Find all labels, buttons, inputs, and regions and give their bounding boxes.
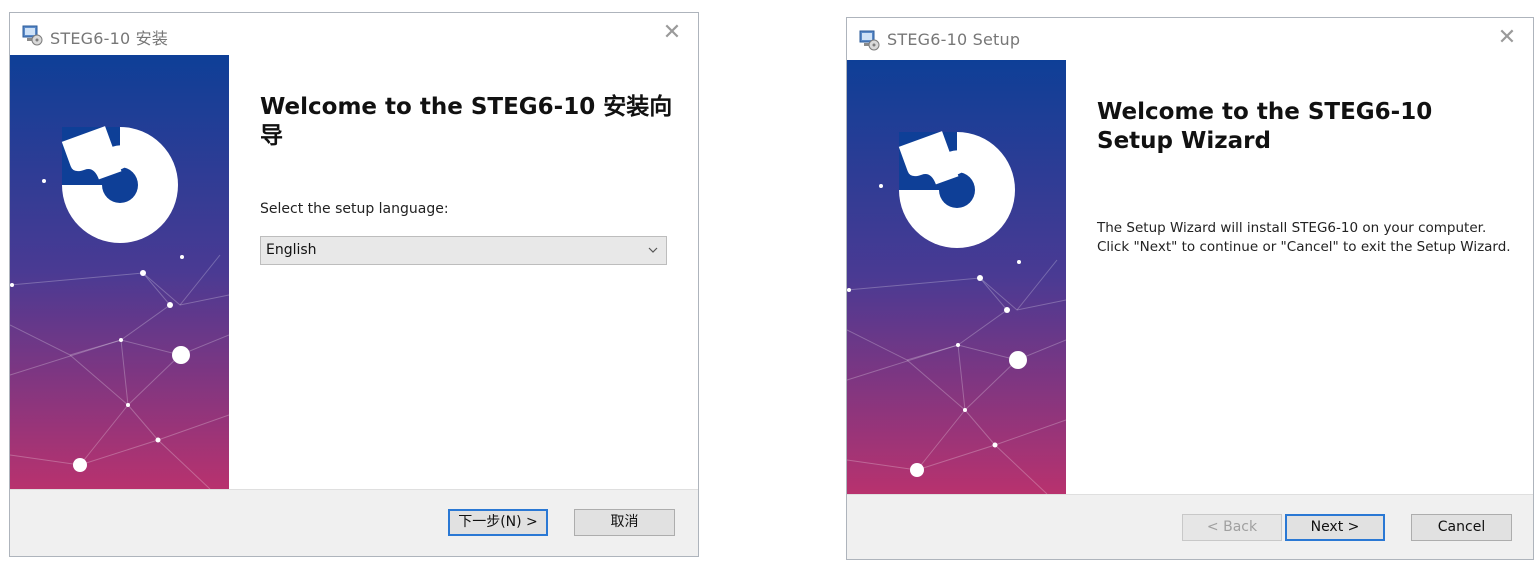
wizard-description: The Setup Wizard will install STEG6-10 o… [1097,219,1527,257]
description-line: The Setup Wizard will install STEG6-10 o… [1097,220,1487,236]
chevron-down-icon [648,247,658,253]
installer-window-cn: STEG6-10 安装 ✕ Welcome to the STEG6-10 安装… [9,12,699,557]
cancel-button[interactable]: 取消 [574,509,675,536]
page-title: Welcome to the STEG6-10 安装向导 [260,94,673,149]
close-icon[interactable]: ✕ [1495,26,1519,50]
button-bar: < Back Next > Cancel [847,494,1533,559]
banner-art [10,55,229,489]
title-bar: STEG6-10 Setup ✕ [847,18,1533,60]
cancel-button[interactable]: Cancel [1411,514,1512,541]
back-button[interactable]: < Back [1182,514,1282,541]
title-bar: STEG6-10 安装 ✕ [10,13,698,55]
button-bar: 下一步(N) > 取消 [10,489,698,556]
close-icon[interactable]: ✕ [660,21,684,45]
language-label: Select the setup language: [260,201,449,217]
window-title: STEG6-10 安装 [50,29,169,48]
installer-window-en: STEG6-10 Setup ✕ Welcome to the STEG6-10… [846,17,1534,560]
language-select-value: English [266,242,317,258]
installer-app-icon [22,25,43,46]
banner-art [847,60,1066,494]
language-select[interactable]: English [260,236,667,265]
next-button[interactable]: 下一步(N) > [448,509,548,536]
wizard-banner [847,60,1066,494]
wizard-banner [10,55,229,489]
description-line: Click "Next" to continue or "Cancel" to … [1097,239,1511,255]
window-title: STEG6-10 Setup [887,30,1021,49]
next-button[interactable]: Next > [1285,514,1385,541]
page-title: Welcome to the STEG6-10 Setup Wizard [1097,99,1433,154]
installer-app-icon [859,30,880,51]
